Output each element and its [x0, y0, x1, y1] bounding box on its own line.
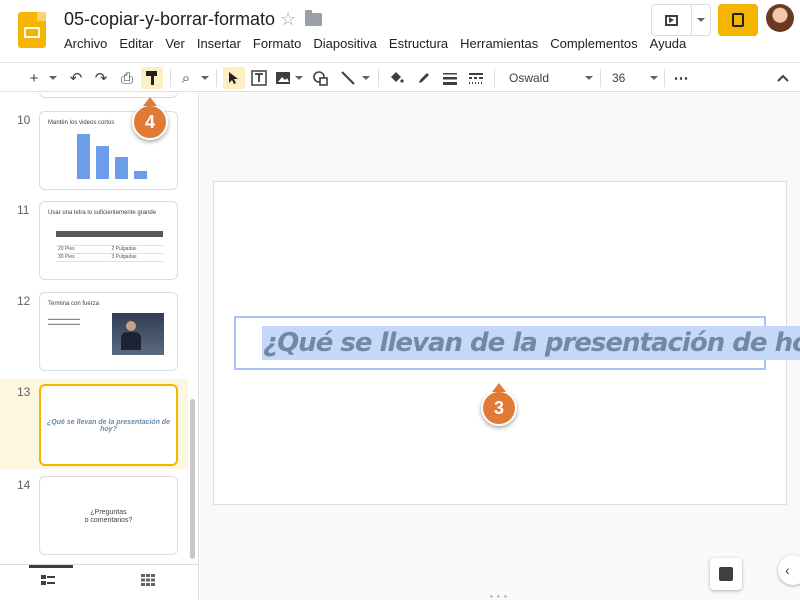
paint-format-icon[interactable] — [141, 67, 163, 89]
menu-ayuda[interactable]: Ayuda — [644, 36, 693, 54]
explore-button[interactable] — [710, 558, 742, 590]
menu-insertar[interactable]: Insertar — [191, 36, 247, 54]
slide-row-12[interactable]: 12 Termina con fuerza ▬▬▬▬▬▬▬▬ ▬▬▬▬▬▬▬▬ — [0, 288, 188, 374]
selected-text-box[interactable]: ¿Qué se llevan de la presentación de hoy… — [234, 316, 800, 370]
lock-icon — [732, 13, 744, 27]
menu-herramientas[interactable]: Herramientas — [454, 36, 544, 54]
notes-drag-handle[interactable]: • • • — [490, 592, 508, 600]
present-dropdown[interactable] — [692, 5, 710, 35]
side-panel-expand-button[interactable]: ‹ — [778, 555, 800, 585]
slide-filmstrip: 10 Mantén los videos cortos 11 Usar una … — [0, 93, 199, 600]
slide-thumbnail[interactable]: ¿Preguntas o comentarios? — [39, 476, 178, 555]
slide-canvas[interactable]: ¿Qué se llevan de la presentación de hoy… — [214, 182, 800, 504]
star-icon[interactable]: ☆ — [280, 9, 296, 30]
slide-thumbnail[interactable]: Termina con fuerza ▬▬▬▬▬▬▬▬ ▬▬▬▬▬▬▬▬ — [39, 292, 178, 371]
print-icon[interactable]: ⎙ — [117, 67, 137, 89]
slide-number: 14 — [17, 478, 31, 492]
image-icon[interactable] — [273, 67, 293, 89]
menu-diapositiva[interactable]: Diapositiva — [307, 36, 383, 54]
slide-title-text[interactable]: ¿Qué se llevan de la presentación de hoy… — [262, 326, 800, 360]
menu-ver[interactable]: Ver — [159, 36, 191, 54]
undo-icon[interactable]: ↶ — [66, 67, 86, 89]
step-callout-4: 4 — [132, 97, 168, 140]
slide-thumb-title: ¿Qué se llevan de la presentación de hoy… — [47, 419, 170, 433]
folder-icon[interactable] — [305, 10, 322, 26]
fill-color-icon[interactable] — [386, 67, 406, 89]
slides-app: 05-copiar-y-borrar-formato ☆ Archivo Edi… — [0, 0, 800, 600]
view-active-indicator — [29, 565, 73, 568]
slide-number: 10 — [17, 113, 31, 127]
slide-number: 11 — [17, 203, 30, 217]
border-color-icon[interactable] — [414, 67, 434, 89]
collapse-toolbar-icon[interactable] — [773, 67, 793, 89]
slide-number: 13 — [17, 385, 31, 399]
present-button[interactable] — [652, 5, 692, 35]
image-dropdown[interactable] — [294, 67, 304, 89]
present-icon — [665, 14, 678, 26]
slide-thumb-title: Termina con fuerza — [48, 301, 100, 307]
mini-text-lines: ▬▬▬▬▬▬▬▬ ▬▬▬▬▬▬▬▬ — [48, 316, 80, 326]
slide-thumb-title: Usar una letra lo suficientemente grande — [48, 210, 157, 216]
redo-icon[interactable]: ↷ — [91, 67, 111, 89]
menu-complementos[interactable]: Complementos — [544, 36, 643, 54]
shape-icon[interactable] — [310, 67, 330, 89]
line-dropdown[interactable] — [360, 67, 372, 89]
text-box-icon[interactable] — [249, 67, 269, 89]
document-title[interactable]: 05-copiar-y-borrar-formato — [64, 9, 275, 30]
menu-bar: Archivo Editar Ver Insertar Formato Diap… — [58, 36, 692, 54]
filmstrip-view-toggle — [0, 564, 198, 600]
present-button-group — [651, 4, 711, 36]
slide-thumb-title: ¿Preguntas o comentarios? — [84, 509, 133, 525]
mini-table: 20 Pies 2 Pulgadas 30 Pies 3 Pulgadas — [56, 231, 163, 262]
zoom-dropdown[interactable] — [198, 67, 212, 89]
toolbar: + ↶ ↷ ⎙ ⌕ Oswald 36 ⋯ — [0, 62, 800, 92]
chevron-down-icon — [697, 18, 705, 22]
mini-bar — [77, 134, 90, 179]
font-family-value: Oswald — [509, 71, 550, 85]
select-cursor-icon[interactable] — [223, 67, 245, 89]
slide-row-11[interactable]: 11 Usar una letra lo suficientemente gra… — [0, 197, 188, 283]
avatar[interactable] — [766, 4, 794, 32]
mini-bar — [115, 157, 128, 179]
slide-thumb-title: Mantén los videos cortos — [48, 120, 115, 126]
slides-logo-icon[interactable] — [18, 12, 46, 48]
slide-number: 12 — [17, 294, 31, 308]
slide-thumbnail-selected[interactable]: ¿Qué se llevan de la presentación de hoy… — [39, 384, 178, 466]
filmstrip-view-icon[interactable] — [40, 573, 58, 589]
mini-bar — [96, 146, 109, 179]
chevron-down-icon — [585, 76, 593, 80]
menu-formato[interactable]: Formato — [247, 36, 307, 54]
slide-row-13[interactable]: 13 ¿Qué se llevan de la presentación de … — [0, 379, 188, 469]
new-slide-dropdown[interactable] — [46, 67, 60, 89]
slide-thumbnail[interactable]: Usar una letra lo suficientemente grande… — [39, 201, 178, 280]
slide-canvas-area: ¿Qué se llevan de la presentación de hoy… — [200, 93, 800, 600]
grid-view-icon[interactable] — [140, 573, 158, 589]
mini-photo — [112, 313, 164, 355]
new-slide-icon[interactable]: + — [24, 67, 44, 89]
explore-icon — [719, 567, 733, 581]
zoom-icon[interactable]: ⌕ — [176, 67, 196, 89]
border-dash-icon[interactable] — [466, 67, 486, 89]
chevron-down-icon — [650, 76, 658, 80]
filmstrip-scrollbar[interactable] — [190, 399, 195, 559]
menu-editar[interactable]: Editar — [113, 36, 159, 54]
more-icon[interactable]: ⋯ — [671, 67, 691, 89]
font-size-value: 36 — [612, 71, 626, 85]
mini-bar — [134, 171, 147, 179]
slide-row-14[interactable]: 14 ¿Preguntas o comentarios? — [0, 472, 188, 558]
font-size-select[interactable]: 36 — [612, 67, 658, 89]
menu-estructura[interactable]: Estructura — [383, 36, 454, 54]
font-family-select[interactable]: Oswald — [509, 67, 593, 89]
step-callout-3: 3 — [481, 383, 517, 426]
line-icon[interactable] — [338, 67, 358, 89]
border-weight-icon[interactable] — [440, 67, 460, 89]
slide-thumbnail-partial[interactable] — [39, 93, 178, 98]
share-button[interactable] — [718, 4, 758, 36]
menu-archivo[interactable]: Archivo — [58, 36, 113, 54]
